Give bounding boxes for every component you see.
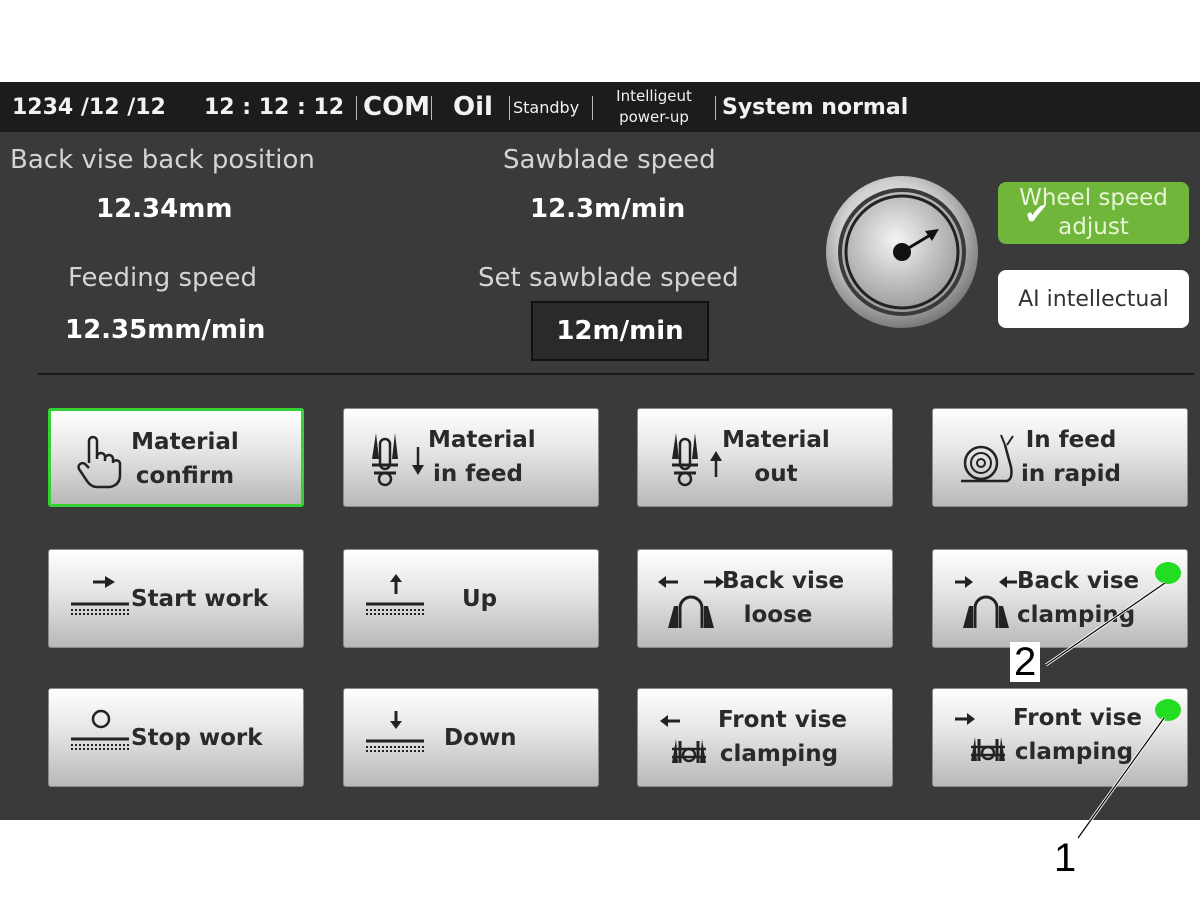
callout-label-1: 1 — [1054, 836, 1077, 880]
callout-label-2: 2 — [1010, 642, 1041, 682]
callout-lines — [1045, 581, 1166, 839]
